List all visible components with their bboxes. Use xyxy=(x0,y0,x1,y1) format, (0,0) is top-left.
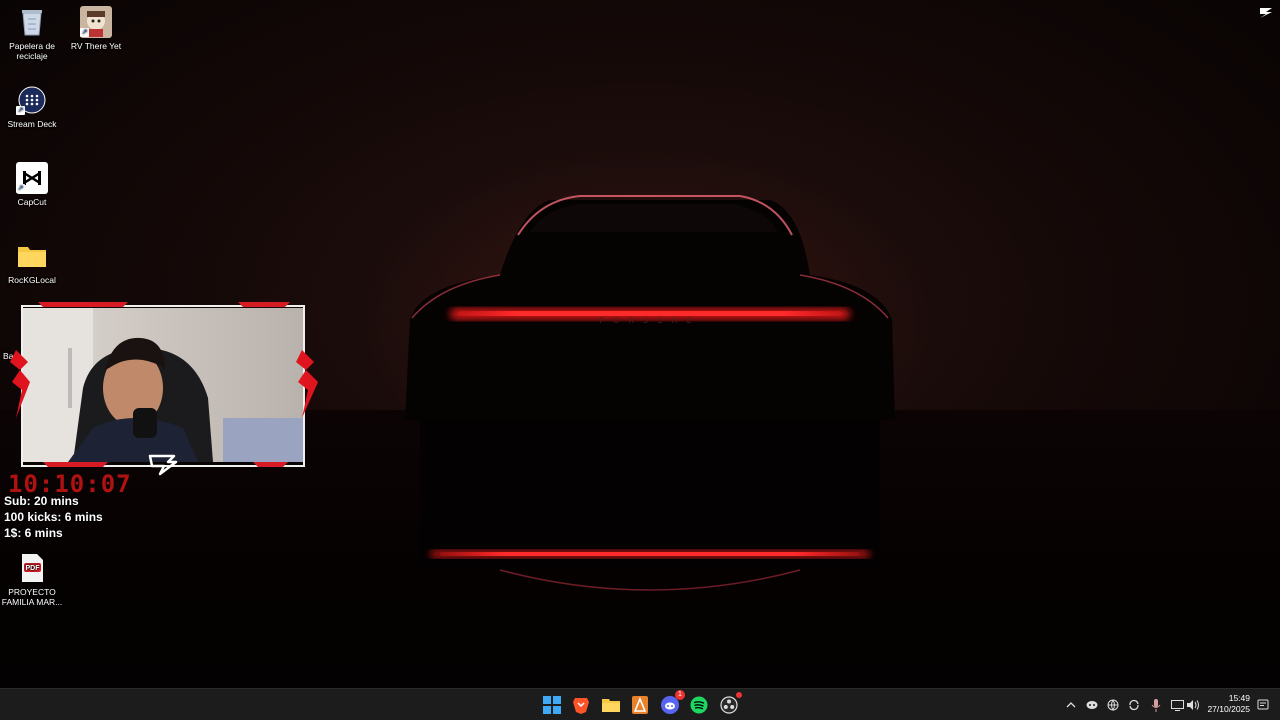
notification-center-icon[interactable] xyxy=(1256,696,1270,714)
desktop-icon-stream-deck[interactable]: ↗ Stream Deck xyxy=(0,84,64,129)
desktop-icon-rockglocal[interactable]: RocKGLocal xyxy=(0,240,64,285)
shortcut-arrow-icon: ↗ xyxy=(16,106,25,115)
desktop-icon-label: Papelera de reciclaje xyxy=(9,41,55,61)
sync-icon[interactable] xyxy=(1127,696,1141,714)
shortcut-arrow-icon: ↗ xyxy=(80,28,89,37)
kicks-goal-text: 100 kicks: 6 mins xyxy=(4,510,103,524)
desktop-icon-label: PROYECTO FAMILIA MAR... xyxy=(1,587,63,607)
file-explorer-icon[interactable] xyxy=(600,694,622,716)
webcam-frame xyxy=(10,302,318,467)
svg-text:PDF: PDF xyxy=(26,565,41,572)
network-globe-icon[interactable] xyxy=(1106,696,1120,714)
discord-icon[interactable]: 1 xyxy=(659,690,685,716)
desktop-icon-pdf[interactable]: PDF PROYECTO FAMILIA MAR... xyxy=(0,552,64,607)
app-icon[interactable] xyxy=(629,694,651,716)
discord-notification-badge: 1 xyxy=(675,690,685,700)
windows-start-icon[interactable] xyxy=(541,694,563,716)
desktop-icon-label: CapCut xyxy=(17,197,47,207)
chevron-up-icon[interactable] xyxy=(1064,696,1078,714)
brave-icon[interactable] xyxy=(570,694,592,716)
discord-tray-icon[interactable] xyxy=(1085,696,1099,714)
desktop-icon-label: RV There Yet xyxy=(70,41,122,51)
porsche-car-silhouette: PORSCHE xyxy=(405,195,895,591)
microphone-icon[interactable] xyxy=(1149,696,1163,714)
sub-goal-text: Sub: 20 mins xyxy=(4,494,79,508)
system-clock[interactable]: 15:49 27/10/2025 xyxy=(1207,693,1250,715)
spotify-icon[interactable] xyxy=(688,694,710,716)
desktop-icon-capcut[interactable]: ↗ CapCut xyxy=(0,162,64,207)
desktop-icon-label: Stream Deck xyxy=(7,119,57,129)
folder-icon xyxy=(16,240,48,272)
shortcut-arrow-icon: ↗ xyxy=(16,184,25,193)
overlay-logo-icon[interactable] xyxy=(1258,4,1274,20)
donation-goal-text: 1$: 6 mins xyxy=(4,526,63,540)
recycle-bin-icon xyxy=(16,6,48,38)
streamer-logo-icon xyxy=(148,454,178,476)
svg-text:PORSCHE: PORSCHE xyxy=(599,316,700,325)
desktop-icon-rv-there-yet[interactable]: ↗ RV There Yet xyxy=(64,6,128,51)
taskbar: 1 15:49 27/10/2025 xyxy=(0,688,1280,720)
obs-icon[interactable] xyxy=(718,692,742,716)
clock-time: 15:49 xyxy=(1228,693,1250,703)
display-icon[interactable] xyxy=(1170,696,1184,714)
volume-icon[interactable] xyxy=(1186,696,1200,714)
clock-date: 27/10/2025 xyxy=(1207,704,1250,714)
desktop-icon-label: RocKGLocal xyxy=(8,275,56,285)
pdf-icon: PDF xyxy=(16,552,48,584)
recording-dot xyxy=(736,692,742,698)
desktop-icon-recycle-bin[interactable]: Papelera de reciclaje xyxy=(0,6,64,61)
